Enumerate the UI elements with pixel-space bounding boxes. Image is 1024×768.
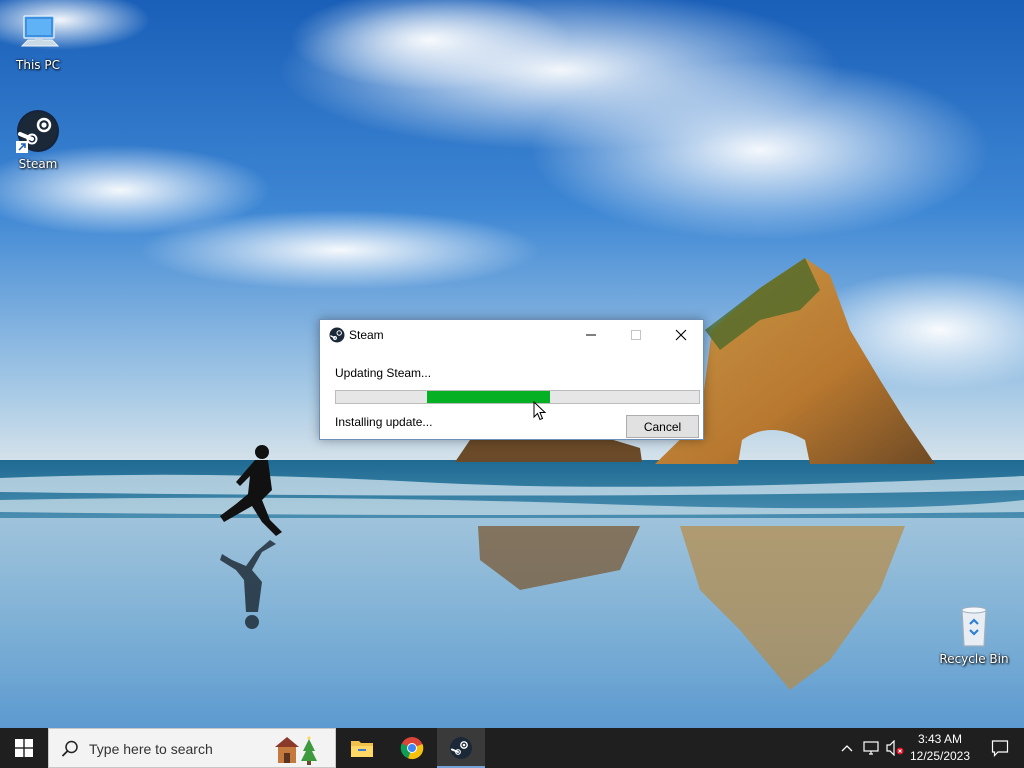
dialog-titlebar[interactable]: Steam (320, 320, 703, 350)
progress-fill (426, 391, 551, 403)
taskbar-search-box[interactable]: Type here to search (48, 728, 336, 768)
desktop-icon-label: Steam (18, 157, 58, 171)
update-detail-text: Installing update... (335, 415, 433, 429)
minimize-button[interactable] (568, 320, 613, 350)
network-button[interactable] (860, 728, 882, 768)
file-explorer-icon (351, 741, 373, 757)
taskbar-steam[interactable] (437, 728, 485, 768)
close-button[interactable] (658, 320, 703, 350)
update-progress-bar (335, 390, 700, 404)
mouse-cursor-icon (533, 401, 547, 421)
maximize-icon (630, 330, 641, 340)
recycle-bin-icon (961, 606, 987, 647)
clock-time: 3:43 AM (917, 732, 963, 746)
start-button[interactable] (0, 728, 48, 768)
desktop-icon-label: Recycle Bin (939, 652, 1009, 666)
steam-icon (329, 327, 345, 343)
desktop-icon-label: This PC (16, 58, 60, 72)
taskbar: Type here to search 3:43 AM 12/25/2023 (0, 728, 1024, 768)
taskbar-chrome[interactable] (388, 728, 436, 768)
chrome-icon (400, 737, 424, 760)
taskbar-clock[interactable]: 3:43 AM 12/25/2023 (904, 731, 976, 765)
this-pc-icon (20, 15, 60, 47)
close-icon (675, 329, 686, 341)
desktop-icon-steam[interactable]: Steam (0, 107, 76, 171)
chevron-up-icon (841, 745, 853, 752)
volume-muted-icon (886, 740, 904, 756)
dialog-title: Steam (349, 328, 384, 342)
cancel-button[interactable]: Cancel (626, 415, 699, 438)
search-placeholder: Type here to search (89, 741, 213, 757)
action-center-button[interactable] (976, 728, 1024, 768)
update-status-text: Updating Steam... (335, 366, 432, 380)
windows-logo-icon (15, 739, 33, 757)
notification-icon (991, 740, 1009, 757)
steam-icon (450, 737, 472, 759)
network-icon (863, 741, 879, 755)
maximize-button[interactable] (613, 320, 658, 350)
steam-update-dialog: Steam Updating Steam... Installing updat… (319, 319, 704, 440)
desktop-icon-this-pc[interactable]: This PC (0, 8, 76, 72)
clock-date: 12/25/2023 (909, 749, 971, 763)
desktop-icon-recycle-bin[interactable]: Recycle Bin (936, 602, 1012, 666)
volume-button[interactable] (884, 728, 906, 768)
show-hidden-icons-button[interactable] (836, 728, 858, 768)
minimize-icon (585, 334, 596, 336)
taskbar-file-explorer[interactable] (338, 728, 386, 768)
search-icon (61, 740, 78, 757)
steam-icon (16, 110, 59, 153)
search-highlight-icon (275, 736, 317, 765)
